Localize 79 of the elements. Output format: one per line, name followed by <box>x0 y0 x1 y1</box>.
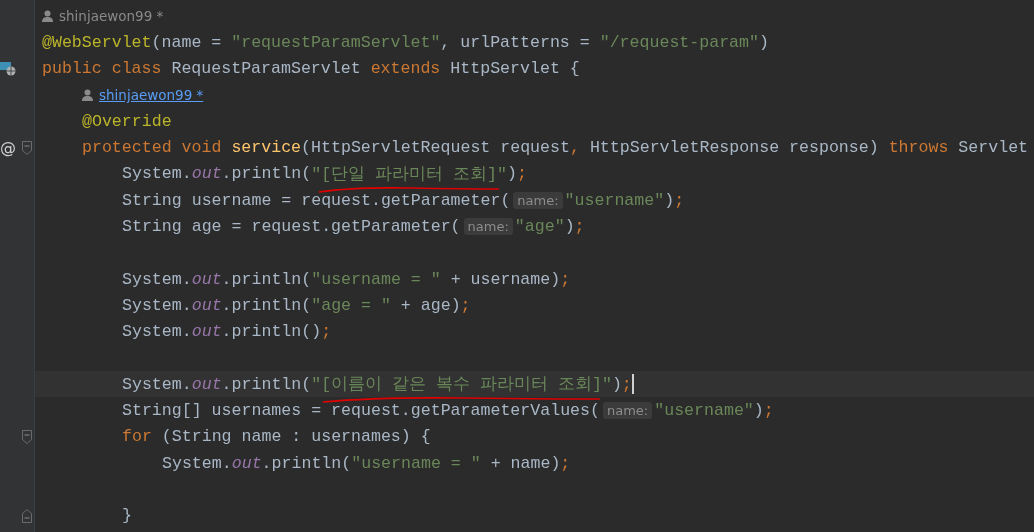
code-token: ; <box>560 453 571 473</box>
code-token: throws <box>888 138 950 158</box>
code-token: + username) <box>449 269 561 289</box>
code-token: + name) <box>489 453 561 473</box>
parameter-hint: name: <box>603 402 653 420</box>
code-token: String age = request.getParameter( <box>122 217 461 236</box>
code-token: out <box>191 322 222 342</box>
code-token: , <box>569 138 580 158</box>
code-token: ) <box>506 164 517 184</box>
code-token: } <box>122 506 132 526</box>
code-token: extends <box>370 59 442 79</box>
web-servlet-globe-icon[interactable] <box>0 61 16 76</box>
code-token: public class <box>42 59 163 79</box>
parameter-hint: name: <box>463 218 513 235</box>
code-token: service <box>231 138 302 158</box>
code-token: ; <box>574 217 585 236</box>
code-token: HttpServletResponse response) <box>588 138 880 158</box>
code-token: HttpServlet { <box>450 59 580 79</box>
fold-marker-icon[interactable] <box>22 140 32 155</box>
code-token: System. <box>162 453 232 473</box>
code-token: , urlPatterns = <box>440 32 591 52</box>
code-token: ; <box>321 322 332 342</box>
code-token: System. <box>122 269 192 289</box>
code-token: "/request-param" <box>599 32 759 52</box>
code-token: @WebServlet <box>42 32 152 52</box>
code-token: Servlet <box>958 138 1029 158</box>
fold-marker-icon[interactable] <box>22 508 32 523</box>
person-icon <box>82 89 93 102</box>
code-token: "username" <box>654 401 754 421</box>
code-token: ; <box>763 401 774 421</box>
code-token: System. <box>122 374 192 394</box>
code-token: ; <box>674 190 685 210</box>
parameter-hint: name: <box>513 191 563 209</box>
code-token: ; <box>560 269 571 289</box>
code-token: ) <box>753 401 764 421</box>
code-token: out <box>191 269 222 289</box>
author-link[interactable]: shinjaewon99 * <box>99 87 204 104</box>
code-token: "username = " <box>311 269 441 289</box>
code-token: RequestParamServlet <box>171 59 362 79</box>
code-token: .println( <box>261 453 352 473</box>
code-token: "username = " <box>351 453 481 473</box>
code-token: ) <box>611 374 622 394</box>
code-token: .println( <box>221 374 312 394</box>
person-icon <box>42 10 53 23</box>
code-token: ) <box>759 32 769 52</box>
code-token: .println() <box>221 322 322 342</box>
override-marker-icon[interactable]: @ <box>0 138 16 158</box>
code-token: System. <box>122 164 192 184</box>
code-token: protected void <box>82 138 223 158</box>
code-token: ; <box>621 374 632 394</box>
author-link[interactable]: shinjaewon99 * <box>59 8 164 25</box>
code-token: "[이름이 같은 복수 파라미터 조회]" <box>311 375 612 395</box>
code-token: ; <box>516 164 527 184</box>
code-token: ) <box>664 190 675 210</box>
code-token: out <box>191 164 222 184</box>
code-token: out <box>191 295 222 315</box>
fold-marker-icon[interactable] <box>22 429 32 444</box>
code-token: out <box>191 374 222 394</box>
code-token: .println( <box>221 164 312 184</box>
code-token: "[단일 파라미터 조회]" <box>311 164 507 184</box>
code-token: System. <box>122 295 192 315</box>
code-token: "requestParamServlet" <box>231 32 441 52</box>
code-token: "age" <box>514 217 565 236</box>
code-token: @Override <box>82 111 172 131</box>
code-token: + age) <box>399 295 461 315</box>
code-token: String username = request.getParameter( <box>122 190 511 210</box>
code-token: for <box>122 427 153 447</box>
code-token: ) <box>564 217 575 236</box>
code-token: (name = <box>151 32 223 52</box>
code-token: ; <box>460 295 471 315</box>
code-token: String[] usernames = request.getParameterValues( <box>122 401 600 421</box>
code-token: (HttpServletRequest request <box>301 138 570 158</box>
code-token: (String name : usernames) { <box>161 427 431 447</box>
code-token: "username" <box>564 190 665 210</box>
code-token: out <box>231 453 262 473</box>
code-token: System. <box>122 322 192 342</box>
code-token: "age = " <box>311 295 391 315</box>
code-token: .println( <box>221 295 312 315</box>
code-token: .println( <box>221 269 312 289</box>
